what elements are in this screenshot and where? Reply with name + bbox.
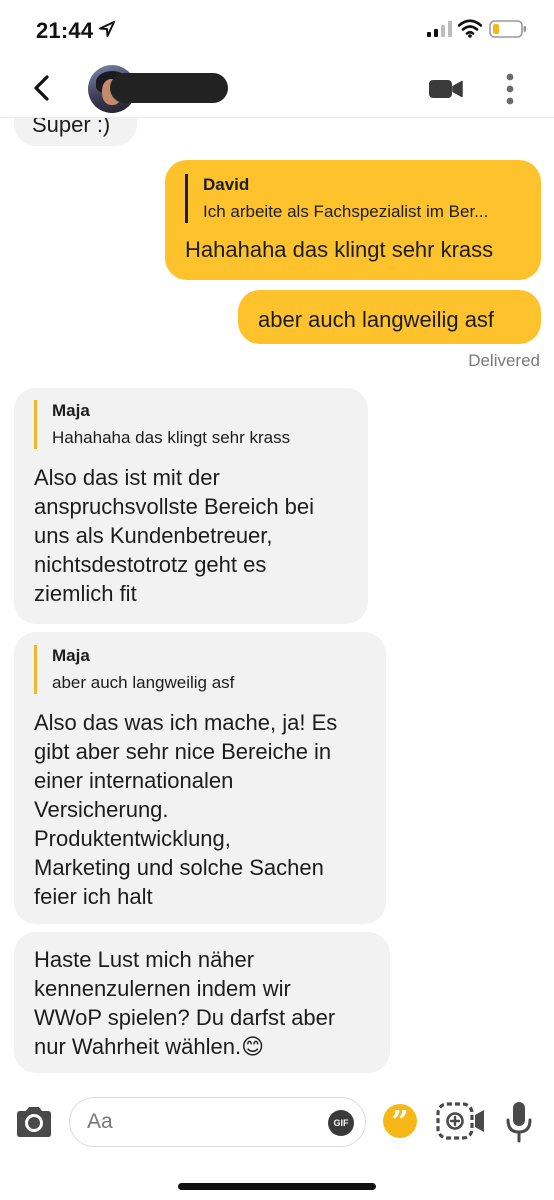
delivered-status: Delivered <box>468 351 540 370</box>
message-text: Also das was ich mache, ja! Es gibt aber… <box>34 710 338 909</box>
message-bubble-outgoing[interactable]: aber auch langweilig asf <box>238 290 541 344</box>
microphone-icon[interactable] <box>506 1100 532 1144</box>
more-vertical-icon[interactable] <box>502 72 518 106</box>
quote-text: Ich arbeite als Fachspezialist im Ber... <box>203 202 489 221</box>
home-indicator[interactable] <box>178 1183 376 1190</box>
message-text: Hahahaha das klingt sehr krass <box>185 237 494 262</box>
reply-quote[interactable]: Maja aber auch langweilig asf <box>34 645 366 694</box>
chevron-left-icon[interactable] <box>30 74 54 102</box>
quote-author: Maja <box>52 646 90 665</box>
message-text: aber auch langweilig asf <box>258 307 495 332</box>
composer-bar: Aa GIF ” <box>0 1080 554 1170</box>
message-bubble-incoming[interactable]: Haste Lust mich näher kennenzulernen ind… <box>14 932 390 1073</box>
message-text: Haste Lust mich näher kennenzulernen ind… <box>34 947 336 1059</box>
gif-button[interactable]: GIF <box>328 1110 354 1136</box>
message-bubble-incoming[interactable]: Maja aber auch langweilig asf Also das w… <box>14 632 386 924</box>
status-bar: 21:44 <box>0 0 554 58</box>
quote-author: David <box>203 175 250 194</box>
camera-icon[interactable] <box>14 1105 54 1139</box>
message-input-placeholder: Aa <box>87 1110 113 1133</box>
message-input[interactable]: Aa GIF <box>69 1097 366 1147</box>
contact-name-redacted[interactable] <box>110 73 228 103</box>
location-arrow-icon <box>99 21 115 37</box>
message-text: Also das ist mit der anspruchsvollste Be… <box>34 465 315 606</box>
battery-low-icon <box>489 20 526 38</box>
video-note-icon[interactable] <box>435 1101 487 1141</box>
chat-header <box>0 58 554 118</box>
quote-text: Hahahaha das klingt sehr krass <box>52 428 291 447</box>
reply-quote[interactable]: Maja Hahahaha das klingt sehr krass <box>34 400 348 449</box>
wifi-icon <box>458 19 482 38</box>
quote-icon[interactable]: ” <box>383 1104 417 1140</box>
status-time: 21:44 <box>36 18 94 43</box>
reply-quote[interactable]: David Ich arbeite als Fachspezialist im … <box>185 174 521 223</box>
quote-author: Maja <box>52 401 90 420</box>
cellular-signal-icon <box>427 21 452 37</box>
quote-text: aber auch langweilig asf <box>52 673 235 692</box>
message-list[interactable]: Super :) David Ich arbeite als Fachspezi… <box>0 58 554 1078</box>
message-bubble-incoming[interactable]: Maja Hahahaha das klingt sehr krass Also… <box>14 388 368 624</box>
message-bubble-outgoing[interactable]: David Ich arbeite als Fachspezialist im … <box>165 160 541 280</box>
video-call-icon[interactable] <box>428 77 464 101</box>
